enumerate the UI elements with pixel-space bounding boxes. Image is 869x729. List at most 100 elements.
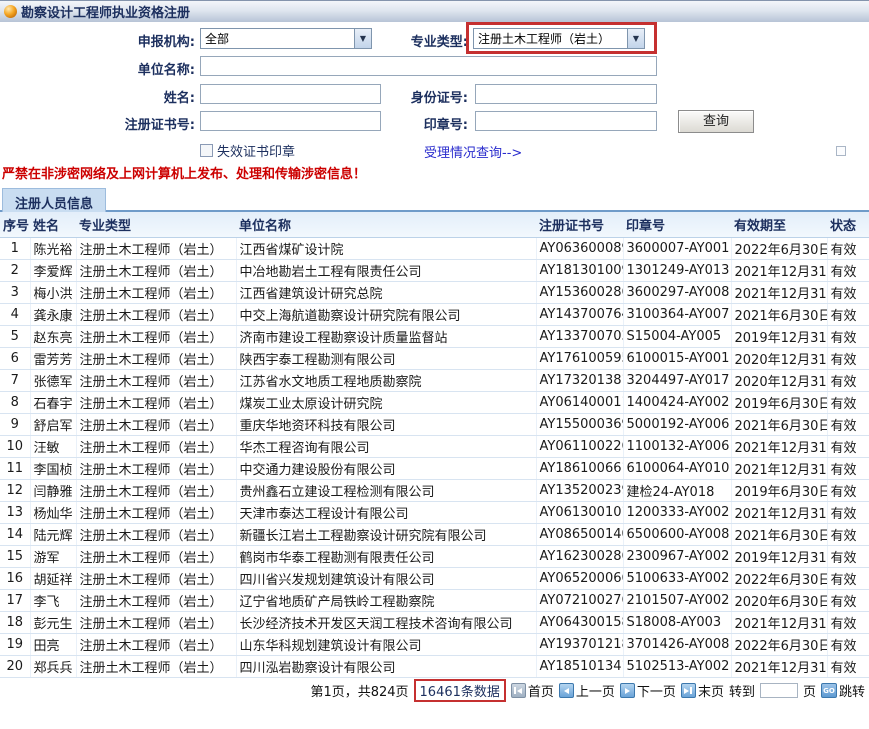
first-page-icon[interactable] — [511, 683, 526, 698]
security-warning-text: 严禁在非涉密网络及上网计算机上发布、处理和传输涉密信息！ — [2, 163, 366, 182]
table-cell-major-type: 注册土木工程师（岩土） — [76, 633, 236, 655]
table-row: 20郑兵兵注册土木工程师（岩土）四川泓岩勘察设计有限公司AY1851013415… — [0, 655, 869, 677]
table-cell-valid-until: 2021年6月30日 — [731, 413, 827, 435]
table-cell-company: 四川泓岩勘察设计有限公司 — [236, 655, 536, 677]
name-label: 姓名: — [85, 87, 195, 106]
seal-no-input[interactable] — [475, 111, 657, 131]
table-cell-cert-no: AY061100226 — [536, 435, 623, 457]
table-cell-company: 重庆华地资环科技有限公司 — [236, 413, 536, 435]
table-cell-company: 华杰工程咨询有限公司 — [236, 435, 536, 457]
column-header-company: 单位名称 — [236, 212, 536, 237]
tab-registered-personnel[interactable]: 注册人员信息 — [2, 188, 106, 212]
table-cell-seal-no: 6100015-AY001 — [623, 347, 731, 369]
next-page-icon[interactable] — [620, 683, 635, 698]
company-label: 单位名称: — [85, 59, 195, 78]
prev-page-button[interactable]: 上一页 — [576, 681, 615, 700]
table-row: 9舒启军注册土木工程师（岩土）重庆华地资环科技有限公司AY15500036950… — [0, 413, 869, 435]
table-cell-name: 陆元辉 — [30, 523, 76, 545]
table-cell-major-type: 注册土木工程师（岩土） — [76, 237, 236, 259]
table-cell-cert-no: AY072100276 — [536, 589, 623, 611]
table-cell-cert-no: AY155000369 — [536, 413, 623, 435]
table-cell-valid-until: 2021年12月31日 — [731, 501, 827, 523]
table-cell-name: 舒启军 — [30, 413, 76, 435]
acceptance-status-link[interactable]: 受理情况查询--> — [424, 142, 522, 161]
table-cell-valid-until: 2021年6月30日 — [731, 523, 827, 545]
table-cell-company: 中交上海航道勘察设计研究院有限公司 — [236, 303, 536, 325]
table-cell-valid-until: 2021年6月30日 — [731, 303, 827, 325]
cert-no-input[interactable] — [200, 111, 381, 131]
table-cell-valid-until: 2021年12月31日 — [731, 259, 827, 281]
table-cell-index: 19 — [0, 633, 30, 655]
table-cell-cert-no: AY186100661 — [536, 457, 623, 479]
table-cell-name: 龚永康 — [30, 303, 76, 325]
app-ball-icon — [4, 5, 17, 18]
table-cell-company: 煤炭工业太原设计研究院 — [236, 391, 536, 413]
table-cell-seal-no: 1200333-AY002 — [623, 501, 731, 523]
table-cell-status: 有效 — [827, 457, 869, 479]
invalid-cert-checkbox[interactable] — [200, 144, 213, 157]
table-cell-valid-until: 2021年12月31日 — [731, 611, 827, 633]
last-page-button[interactable]: 末页 — [698, 681, 724, 700]
table-cell-status: 有效 — [827, 369, 869, 391]
table-cell-seal-no: 1100132-AY006 — [623, 435, 731, 457]
table-cell-company: 中冶地勘岩土工程有限责任公司 — [236, 259, 536, 281]
next-page-button[interactable]: 下一页 — [637, 681, 676, 700]
table-row: 10汪敏注册土木工程师（岩土）华杰工程咨询有限公司AY0611002261100… — [0, 435, 869, 457]
table-cell-major-type: 注册土木工程师（岩土） — [76, 281, 236, 303]
first-page-button[interactable]: 首页 — [528, 681, 554, 700]
table-row: 2李爱辉注册土木工程师（岩土）中冶地勘岩土工程有限责任公司AY181301009… — [0, 259, 869, 281]
table-row: 6雷芳芳注册土木工程师（岩土）陕西宇泰工程勘测有限公司AY17610059561… — [0, 347, 869, 369]
table-cell-major-type: 注册土木工程师（岩土） — [76, 589, 236, 611]
prev-page-icon[interactable] — [559, 683, 574, 698]
table-cell-name: 梅小洪 — [30, 281, 76, 303]
name-input[interactable] — [200, 84, 381, 104]
table-header-row: 序号 姓名 专业类型 单位名称 注册证书号 印章号 有效期至 状态 — [0, 212, 869, 237]
table-cell-seal-no: 5102513-AY002 — [623, 655, 731, 677]
table-cell-status: 有效 — [827, 633, 869, 655]
table-cell-valid-until: 2021年12月31日 — [731, 457, 827, 479]
table-cell-major-type: 注册土木工程师（岩土） — [76, 501, 236, 523]
table-cell-seal-no: 6100064-AY010 — [623, 457, 731, 479]
company-input[interactable] — [200, 56, 657, 76]
table-cell-status: 有效 — [827, 413, 869, 435]
mini-checkbox[interactable] — [836, 146, 846, 156]
table-cell-cert-no: AY143700764 — [536, 303, 623, 325]
table-cell-company: 江西省煤矿设计院 — [236, 237, 536, 259]
major-type-select[interactable]: 注册土木工程师（岩土） ▼ — [473, 28, 645, 49]
table-cell-cert-no: AY193701218 — [536, 633, 623, 655]
table-cell-name: 张德军 — [30, 369, 76, 391]
table-row: 3梅小洪注册土木工程师（岩土）江西省建筑设计研究总院AY153600286360… — [0, 281, 869, 303]
table-row: 13杨灿华注册土木工程师（岩土）天津市泰达工程设计有限公司AY061300101… — [0, 501, 869, 523]
table-row: 14陆元辉注册土木工程师（岩土）新疆长江岩土工程勘察设计研究院有限公司AY086… — [0, 523, 869, 545]
table-cell-major-type: 注册土木工程师（岩土） — [76, 391, 236, 413]
table-cell-valid-until: 2020年12月31日 — [731, 369, 827, 391]
table-cell-company: 辽宁省地质矿产局铁岭工程勘察院 — [236, 589, 536, 611]
report-org-select[interactable]: 全部 ▼ — [200, 28, 372, 49]
total-records-text: 16461条数据 — [420, 685, 500, 700]
table-cell-seal-no: 3701426-AY008 — [623, 633, 731, 655]
table-cell-name: 雷芳芳 — [30, 347, 76, 369]
table-cell-seal-no: 1301249-AY013 — [623, 259, 731, 281]
page-title: 勘察设计工程师执业资格注册 — [21, 2, 190, 21]
go-icon[interactable]: GO — [821, 683, 837, 698]
table-cell-name: 彭元生 — [30, 611, 76, 633]
table-cell-status: 有效 — [827, 303, 869, 325]
jump-button[interactable]: 跳转 — [839, 681, 865, 700]
chevron-down-icon[interactable]: ▼ — [627, 29, 644, 48]
invalid-cert-checkbox-row: 失效证书印章 — [200, 141, 295, 160]
table-cell-name: 李国桢 — [30, 457, 76, 479]
last-page-icon[interactable] — [681, 683, 696, 698]
table-cell-cert-no: AY061300101 — [536, 501, 623, 523]
table-cell-major-type: 注册土木工程师（岩土） — [76, 325, 236, 347]
major-type-label: 专业类型: — [358, 31, 468, 50]
goto-page-input[interactable] — [760, 683, 798, 698]
table-cell-index: 15 — [0, 545, 30, 567]
major-type-value: 注册土木工程师（岩土） — [474, 30, 627, 47]
id-card-input[interactable] — [475, 84, 657, 104]
table-cell-status: 有效 — [827, 655, 869, 677]
invalid-cert-checkbox-label: 失效证书印章 — [217, 141, 295, 160]
table-cell-index: 12 — [0, 479, 30, 501]
query-button[interactable]: 查询 — [678, 110, 754, 133]
table-cell-company: 四川省兴发规划建筑设计有限公司 — [236, 567, 536, 589]
table-cell-valid-until: 2022年6月30日 — [731, 237, 827, 259]
